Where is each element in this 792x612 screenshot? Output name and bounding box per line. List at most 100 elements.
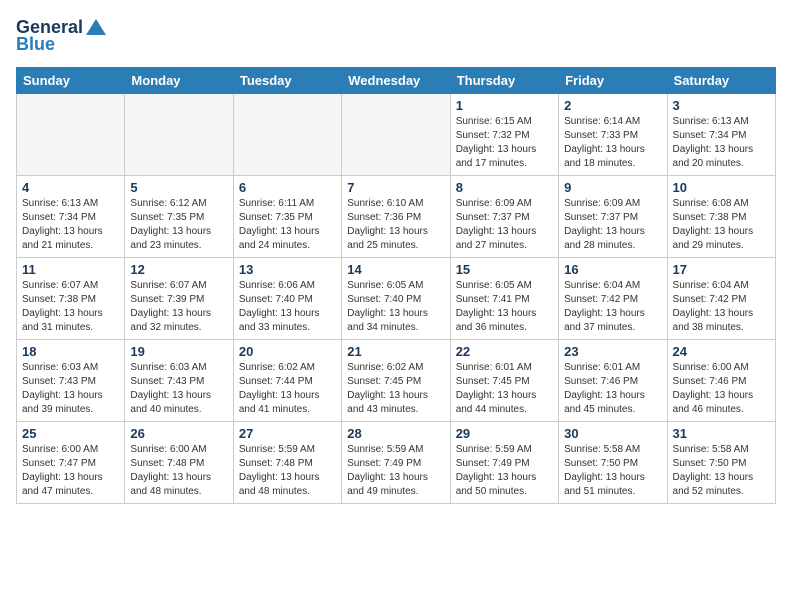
day-info: Sunrise: 6:01 AM Sunset: 7:45 PM Dayligh… xyxy=(456,361,553,417)
day-number: 8 xyxy=(456,180,553,195)
calendar-cell: 1Sunrise: 6:15 AM Sunset: 7:32 PM Daylig… xyxy=(450,94,558,176)
logo: General Blue xyxy=(16,16,107,55)
calendar-cell: 15 Sunrise: 6:05 AM Sunset: 7:41 PM Dayli… xyxy=(450,258,558,340)
calendar-cell: 30Sunrise: 5:58 AM Sunset: 7:50 PM Dayli… xyxy=(559,422,667,504)
day-info: Sunrise: 6:03 AM Sunset: 7:43 PM Dayligh… xyxy=(130,361,227,417)
calendar-cell: 6 Sunrise: 6:11 AM Sunset: 7:35 PM Daylig… xyxy=(233,176,341,258)
day-number: 9 xyxy=(564,180,661,195)
day-info: Sunrise: 6:12 AM Sunset: 7:35 PM Dayligh… xyxy=(130,197,227,253)
day-number: 24 xyxy=(673,344,770,359)
weekday-header: Saturday xyxy=(667,68,775,94)
day-number: 5 xyxy=(130,180,227,195)
day-info: Sunrise: 6:00 AM Sunset: 7:46 PM Dayligh… xyxy=(673,361,770,417)
day-number: 31 xyxy=(673,426,770,441)
day-number: 23 xyxy=(564,344,661,359)
calendar-cell xyxy=(17,94,125,176)
day-number: 16 xyxy=(564,262,661,277)
day-number: 21 xyxy=(347,344,444,359)
calendar-cell: 11 Sunrise: 6:07 AM Sunset: 7:38 PM Dayli… xyxy=(17,258,125,340)
logo-text-block: General Blue xyxy=(16,16,107,55)
day-info: Sunrise: 6:04 AM Sunset: 7:42 PM Dayligh… xyxy=(673,279,770,335)
calendar-cell: 27Sunrise: 5:59 AM Sunset: 7:48 PM Dayli… xyxy=(233,422,341,504)
day-info: Sunrise: 6:07 AM Sunset: 7:39 PM Dayligh… xyxy=(130,279,227,335)
day-info: Sunrise: 6:01 AM Sunset: 7:46 PM Dayligh… xyxy=(564,361,661,417)
day-info: Sunrise: 5:59 AM Sunset: 7:49 PM Dayligh… xyxy=(347,443,444,499)
calendar-cell: 4 Sunrise: 6:13 AM Sunset: 7:34 PM Daylig… xyxy=(17,176,125,258)
calendar-week-row: 25 Sunrise: 6:00 AM Sunset: 7:47 PM Dayli… xyxy=(17,422,776,504)
day-number: 15 xyxy=(456,262,553,277)
day-info: Sunrise: 6:13 AM Sunset: 7:34 PM Dayligh… xyxy=(22,197,119,253)
day-info: Sunrise: 6:00 AM Sunset: 7:47 PM Dayligh… xyxy=(22,443,119,499)
day-info: Sunrise: 5:59 AM Sunset: 7:49 PM Dayligh… xyxy=(456,443,553,499)
day-number: 29 xyxy=(456,426,553,441)
calendar-cell: 10 Sunrise: 6:08 AM Sunset: 7:38 PM Dayli… xyxy=(667,176,775,258)
day-info: Sunrise: 6:02 AM Sunset: 7:45 PM Dayligh… xyxy=(347,361,444,417)
calendar-cell: 19 Sunrise: 6:03 AM Sunset: 7:43 PM Dayli… xyxy=(125,340,233,422)
calendar-cell: 14 Sunrise: 6:05 AM Sunset: 7:40 PM Dayli… xyxy=(342,258,450,340)
calendar-cell: 22 Sunrise: 6:01 AM Sunset: 7:45 PM Dayli… xyxy=(450,340,558,422)
day-info: Sunrise: 6:11 AM Sunset: 7:35 PM Dayligh… xyxy=(239,197,336,253)
calendar-cell: 17 Sunrise: 6:04 AM Sunset: 7:42 PM Dayli… xyxy=(667,258,775,340)
day-info: Sunrise: 6:06 AM Sunset: 7:40 PM Dayligh… xyxy=(239,279,336,335)
logo-icon xyxy=(85,16,107,38)
calendar-cell: 3Sunrise: 6:13 AM Sunset: 7:34 PM Daylig… xyxy=(667,94,775,176)
day-info: Sunrise: 6:14 AM Sunset: 7:33 PM Dayligh… xyxy=(564,115,661,171)
weekday-header: Friday xyxy=(559,68,667,94)
day-number: 27 xyxy=(239,426,336,441)
day-number: 7 xyxy=(347,180,444,195)
day-number: 22 xyxy=(456,344,553,359)
day-info: Sunrise: 6:07 AM Sunset: 7:38 PM Dayligh… xyxy=(22,279,119,335)
day-number: 17 xyxy=(673,262,770,277)
calendar-cell: 28 Sunrise: 5:59 AM Sunset: 7:49 PM Dayli… xyxy=(342,422,450,504)
day-number: 13 xyxy=(239,262,336,277)
day-number: 10 xyxy=(673,180,770,195)
calendar-cell: 16 Sunrise: 6:04 AM Sunset: 7:42 PM Dayli… xyxy=(559,258,667,340)
day-info: Sunrise: 6:05 AM Sunset: 7:41 PM Dayligh… xyxy=(456,279,553,335)
calendar-cell: 21 Sunrise: 6:02 AM Sunset: 7:45 PM Dayli… xyxy=(342,340,450,422)
calendar-cell: 12 Sunrise: 6:07 AM Sunset: 7:39 PM Dayli… xyxy=(125,258,233,340)
day-number: 20 xyxy=(239,344,336,359)
day-info: Sunrise: 6:13 AM Sunset: 7:34 PM Dayligh… xyxy=(673,115,770,171)
calendar-cell: 24 Sunrise: 6:00 AM Sunset: 7:46 PM Dayli… xyxy=(667,340,775,422)
calendar-cell xyxy=(342,94,450,176)
calendar-cell xyxy=(233,94,341,176)
day-number: 19 xyxy=(130,344,227,359)
calendar-cell: 23 Sunrise: 6:01 AM Sunset: 7:46 PM Dayli… xyxy=(559,340,667,422)
day-number: 26 xyxy=(130,426,227,441)
day-number: 25 xyxy=(22,426,119,441)
day-info: Sunrise: 5:58 AM Sunset: 7:50 PM Dayligh… xyxy=(673,443,770,499)
calendar-cell: 25 Sunrise: 6:00 AM Sunset: 7:47 PM Dayli… xyxy=(17,422,125,504)
day-number: 28 xyxy=(347,426,444,441)
calendar-cell: 9Sunrise: 6:09 AM Sunset: 7:37 PM Daylig… xyxy=(559,176,667,258)
calendar-cell: 13 Sunrise: 6:06 AM Sunset: 7:40 PM Dayli… xyxy=(233,258,341,340)
day-info: Sunrise: 5:58 AM Sunset: 7:50 PM Dayligh… xyxy=(564,443,661,499)
calendar-week-row: 1Sunrise: 6:15 AM Sunset: 7:32 PM Daylig… xyxy=(17,94,776,176)
day-info: Sunrise: 6:09 AM Sunset: 7:37 PM Dayligh… xyxy=(456,197,553,253)
calendar-table: SundayMondayTuesdayWednesdayThursdayFrid… xyxy=(16,67,776,504)
calendar-cell: 31 Sunrise: 5:58 AM Sunset: 7:50 PM Dayli… xyxy=(667,422,775,504)
weekday-header: Monday xyxy=(125,68,233,94)
weekday-header: Tuesday xyxy=(233,68,341,94)
day-info: Sunrise: 6:05 AM Sunset: 7:40 PM Dayligh… xyxy=(347,279,444,335)
day-number: 4 xyxy=(22,180,119,195)
calendar-header-row: SundayMondayTuesdayWednesdayThursdayFrid… xyxy=(17,68,776,94)
weekday-header: Wednesday xyxy=(342,68,450,94)
day-info: Sunrise: 6:02 AM Sunset: 7:44 PM Dayligh… xyxy=(239,361,336,417)
day-number: 18 xyxy=(22,344,119,359)
calendar-week-row: 11 Sunrise: 6:07 AM Sunset: 7:38 PM Dayli… xyxy=(17,258,776,340)
weekday-header: Sunday xyxy=(17,68,125,94)
day-number: 12 xyxy=(130,262,227,277)
calendar-cell: 26 Sunrise: 6:00 AM Sunset: 7:48 PM Dayli… xyxy=(125,422,233,504)
day-info: Sunrise: 6:04 AM Sunset: 7:42 PM Dayligh… xyxy=(564,279,661,335)
day-info: Sunrise: 6:08 AM Sunset: 7:38 PM Dayligh… xyxy=(673,197,770,253)
day-info: Sunrise: 6:03 AM Sunset: 7:43 PM Dayligh… xyxy=(22,361,119,417)
day-number: 14 xyxy=(347,262,444,277)
day-info: Sunrise: 6:10 AM Sunset: 7:36 PM Dayligh… xyxy=(347,197,444,253)
day-number: 6 xyxy=(239,180,336,195)
day-info: Sunrise: 6:00 AM Sunset: 7:48 PM Dayligh… xyxy=(130,443,227,499)
calendar-week-row: 4 Sunrise: 6:13 AM Sunset: 7:34 PM Daylig… xyxy=(17,176,776,258)
calendar-week-row: 18 Sunrise: 6:03 AM Sunset: 7:43 PM Dayli… xyxy=(17,340,776,422)
day-number: 11 xyxy=(22,262,119,277)
calendar-cell: 5 Sunrise: 6:12 AM Sunset: 7:35 PM Daylig… xyxy=(125,176,233,258)
calendar-cell: 7 Sunrise: 6:10 AM Sunset: 7:36 PM Daylig… xyxy=(342,176,450,258)
